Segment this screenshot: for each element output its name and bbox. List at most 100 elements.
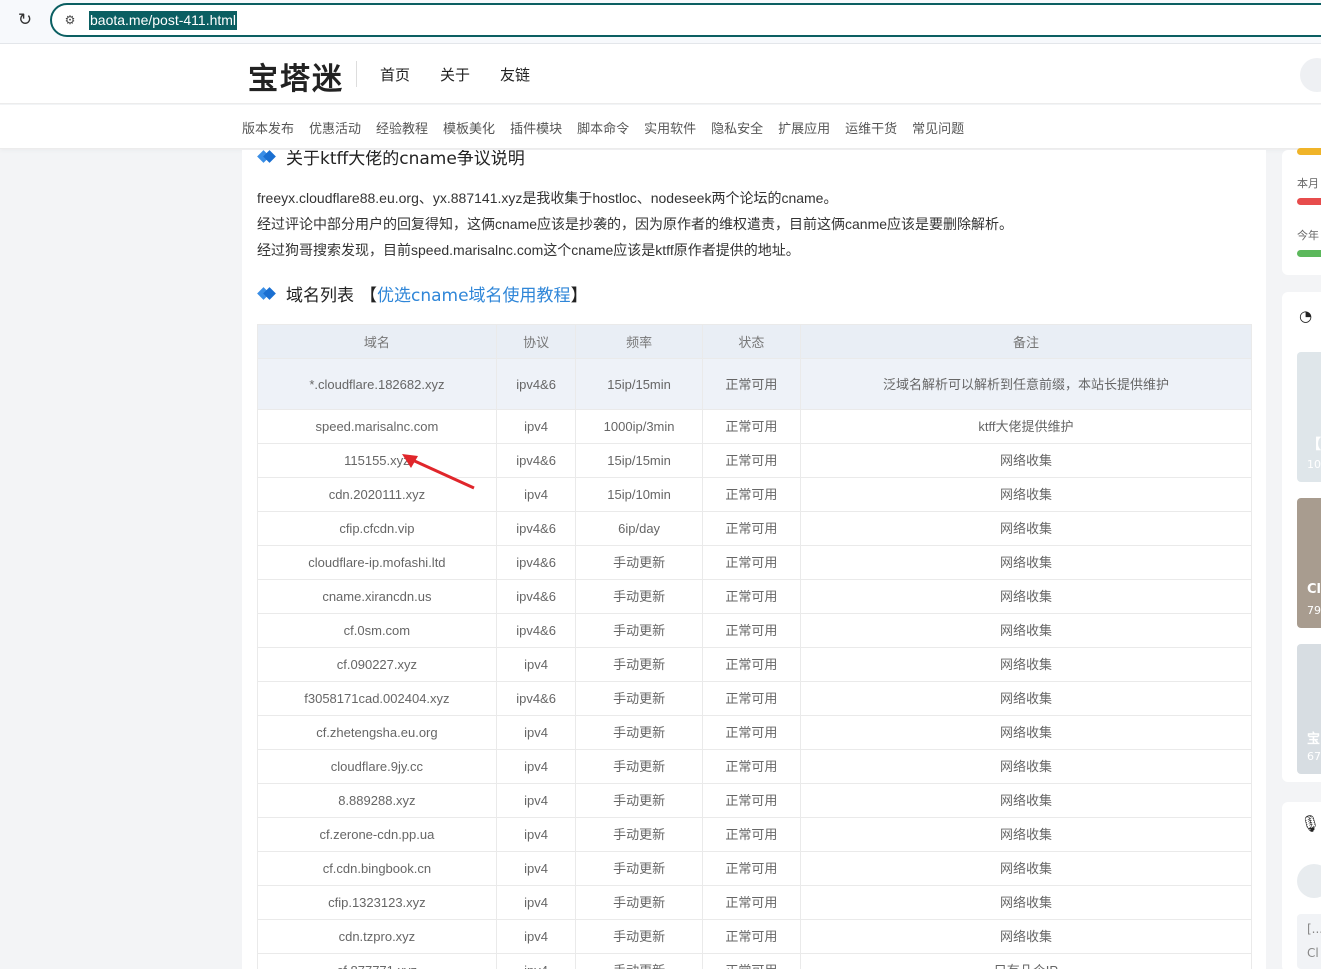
table-cell: 手动更新 <box>575 579 703 614</box>
nav-home[interactable]: 首页 <box>380 64 410 85</box>
table-cell: 手动更新 <box>575 783 703 818</box>
sidebar-stats-widget: 本月 今年 <box>1282 148 1321 275</box>
table-cell: cloudflare.9jy.cc <box>257 749 497 784</box>
table-cell: 正常可用 <box>701 851 801 886</box>
reload-icon[interactable]: ↻ <box>14 9 36 31</box>
sidebar-posts-widget: ◔ 【 10 Cl 79 宝 67 <box>1282 292 1321 782</box>
category-item[interactable]: 版本发布 <box>242 118 294 137</box>
table-cell: 网络收集 <box>799 647 1253 682</box>
table-cell: 只有几个IP <box>799 953 1253 969</box>
table-cell: ipv4 <box>495 715 577 750</box>
article-content: 关于ktff大佬的cname争议说明 freeyx.cloudflare88.e… <box>242 150 1266 969</box>
table-cell: 网络收集 <box>799 851 1253 886</box>
table-cell: 正常可用 <box>701 749 801 784</box>
category-item[interactable]: 脚本命令 <box>577 118 629 137</box>
category-item[interactable]: 模板美化 <box>443 118 495 137</box>
site-logo[interactable]: 宝塔迷 <box>248 54 344 98</box>
table-cell: ipv4&6 <box>495 681 577 716</box>
table-row: cname.xirancdn.us ipv4&6 手动更新 正常可用 网络收集 <box>257 579 1253 614</box>
table-cell: ipv4&6 <box>495 545 577 580</box>
table-cell: ipv4&6 <box>495 613 577 648</box>
table-row: cfip.cfcdn.vip ipv4&6 6ip/day 正常可用 网络收集 <box>257 511 1253 546</box>
table-cell: 手动更新 <box>575 749 703 784</box>
post-thumbnail[interactable]: 【 10 <box>1297 352 1321 482</box>
nav-links[interactable]: 友链 <box>500 64 530 85</box>
table-cell: 正常可用 <box>701 953 801 969</box>
table-cell: *.cloudflare.182682.xyz <box>257 358 497 410</box>
col-header: 备注 <box>799 324 1253 359</box>
table-row: 8.889288.xyz ipv4 手动更新 正常可用 网络收集 <box>257 783 1253 818</box>
table-cell: 正常可用 <box>701 477 801 512</box>
table-cell: 正常可用 <box>701 358 801 410</box>
url-text[interactable]: baota.me/post-411.html <box>89 11 238 30</box>
table-cell: 正常可用 <box>701 783 801 818</box>
table-cell: 手动更新 <box>575 613 703 648</box>
clock-icon: ◔ <box>1299 307 1313 325</box>
table-cell: cloudflare-ip.mofashi.ltd <box>257 545 497 580</box>
table-cell: ipv4 <box>495 817 577 852</box>
table-cell: ipv4&6 <box>495 358 577 410</box>
tutorial-link[interactable]: 优选cname域名使用教程 <box>377 281 571 306</box>
table-cell: 网络收集 <box>799 579 1253 614</box>
category-item[interactable]: 运维干货 <box>845 118 897 137</box>
category-item[interactable]: 插件模块 <box>510 118 562 137</box>
category-item[interactable]: 经验教程 <box>376 118 428 137</box>
table-cell: 1000ip/3min <box>575 409 703 444</box>
table-cell: 正常可用 <box>701 817 801 852</box>
table-cell: 网络收集 <box>799 885 1253 920</box>
post-thumbnail[interactable]: Cl 79 <box>1297 498 1321 628</box>
category-item[interactable]: 实用软件 <box>644 118 696 137</box>
table-row: *.cloudflare.182682.xyz ipv4&6 15ip/15min 正… <box>257 358 1253 410</box>
nav-about[interactable]: 关于 <box>440 64 470 85</box>
diamond-bullet-icon <box>258 287 276 301</box>
category-item[interactable]: 隐私安全 <box>711 118 763 137</box>
browser-toolbar: ↻ ⚙ baota.me/post-411.html <box>0 0 1321 44</box>
address-bar[interactable]: ⚙ baota.me/post-411.html <box>50 3 1321 37</box>
table-header-row: 域名 协议 频率 状态 备注 <box>257 324 1253 359</box>
category-item[interactable]: 常见问题 <box>912 118 964 137</box>
table-cell: 泛域名解析可以解析到任意前缀，本站长提供维护 <box>799 358 1253 410</box>
table-cell: 正常可用 <box>701 681 801 716</box>
table-cell: ipv4 <box>495 749 577 784</box>
site-info-icon[interactable]: ⚙ <box>62 12 78 28</box>
table-cell: 网络收集 <box>799 919 1253 954</box>
red-arrow-annotation <box>402 454 475 490</box>
table-cell: 手动更新 <box>575 919 703 954</box>
table-cell: 手动更新 <box>575 647 703 682</box>
table-cell: speed.marisalnc.com <box>257 409 497 444</box>
table-cell: ipv4 <box>495 953 577 969</box>
table-cell: cdn.tzpro.xyz <box>257 919 497 954</box>
table-cell: 15ip/15min <box>575 358 703 410</box>
table-cell: 正常可用 <box>701 443 801 478</box>
category-item[interactable]: 扩展应用 <box>778 118 830 137</box>
table-cell: cname.xirancdn.us <box>257 579 497 614</box>
table-cell: ipv4 <box>495 409 577 444</box>
post-thumbnail[interactable]: 宝 67 <box>1297 644 1321 774</box>
paragraph: 经过评论中部分用户的回复得知，这俩cname应该是抄袭的，因为原作者的维权遣责，… <box>257 216 1014 232</box>
table-row: cloudflare-ip.mofashi.ltd ipv4&6 手动更新 正常可用网… <box>257 545 1253 580</box>
table-row: f3058171cad.002404.xyz ipv4&6 手动更新 正常可用 网络收集 <box>257 681 1253 716</box>
table-cell: 正常可用 <box>701 545 801 580</box>
table-cell: 网络收集 <box>799 477 1253 512</box>
comment-bubble[interactable]: [... Cl <box>1297 914 1321 969</box>
user-avatar-button[interactable] <box>1300 58 1321 92</box>
table-cell: 网络收集 <box>799 613 1253 648</box>
table-cell: 6ip/day <box>575 511 703 546</box>
table-cell: 手动更新 <box>575 851 703 886</box>
table-row: speed.marisalnc.com ipv4 1000ip/3min 正常可用 kt… <box>257 409 1253 444</box>
table-row: cf.090227.xyz ipv4 手动更新 正常可用 网络收集 <box>257 647 1253 682</box>
category-item[interactable]: 优惠活动 <box>309 118 361 137</box>
avatar[interactable] <box>1297 864 1321 898</box>
section-heading: 关于ktff大佬的cname争议说明 <box>258 150 525 169</box>
table-cell: 网络收集 <box>799 749 1253 784</box>
table-cell: 15ip/10min <box>575 477 703 512</box>
table-cell: 正常可用 <box>701 919 801 954</box>
table-cell: 正常可用 <box>701 409 801 444</box>
table-cell: ipv4 <box>495 885 577 920</box>
table-cell: ipv4&6 <box>495 579 577 614</box>
progress-bar <box>1297 198 1321 205</box>
stat-label: 本月 <box>1297 177 1319 190</box>
table-row: cf.zhetengsha.eu.org ipv4 手动更新 正常可用 网络收集 <box>257 715 1253 750</box>
table-row: cf.877771.xyzipv4手动更新正常可用只有几个IP <box>257 953 1253 969</box>
table-cell: 手动更新 <box>575 545 703 580</box>
